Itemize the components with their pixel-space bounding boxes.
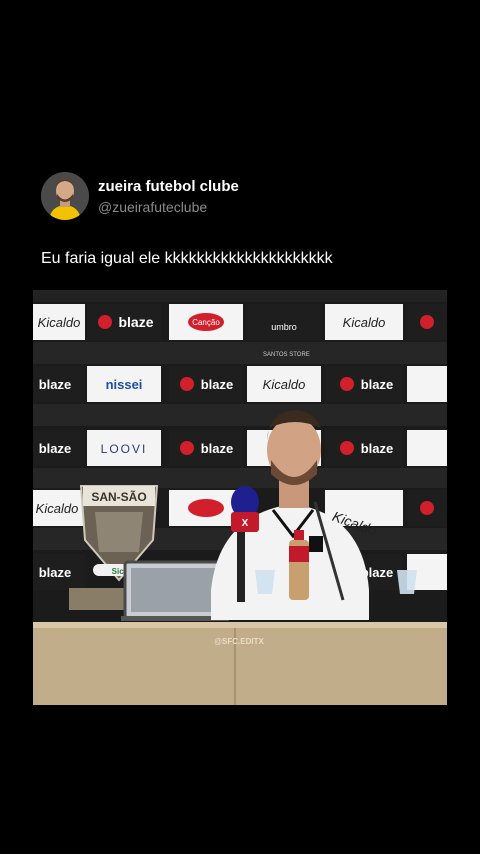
svg-text:blaze: blaze bbox=[39, 441, 72, 456]
press-conference-image: Kicaldo blaze Canção umbro Kicaldo SANTO… bbox=[33, 290, 447, 705]
user-handle[interactable]: @zueirafuteclube bbox=[98, 199, 207, 215]
sponsor-logo: LOOVI bbox=[101, 442, 148, 456]
post-text: Eu faria igual ele kkkkkkkkkkkkkkkkkkkkk bbox=[41, 250, 333, 267]
svg-text:blaze: blaze bbox=[39, 377, 72, 392]
avatar[interactable] bbox=[41, 172, 89, 220]
video-frame[interactable]: Kicaldo blaze Canção umbro Kicaldo SANTO… bbox=[33, 290, 447, 705]
trophy-title: SAN-SÃO bbox=[91, 489, 146, 504]
svg-text:blaze: blaze bbox=[201, 441, 234, 456]
avatar-image bbox=[41, 172, 89, 220]
sponsor-logo: umbro bbox=[271, 322, 297, 332]
svg-text:blaze: blaze bbox=[201, 377, 234, 392]
table bbox=[33, 622, 447, 705]
watermark: @SFC.EDITX bbox=[214, 637, 264, 646]
sponsor-logo: blaze bbox=[118, 314, 153, 330]
svg-text:blaze: blaze bbox=[361, 377, 394, 392]
svg-text:blaze: blaze bbox=[361, 441, 394, 456]
svg-text:blaze: blaze bbox=[39, 565, 72, 580]
sponsor-logo: nissei bbox=[106, 377, 143, 392]
mic-badge: X bbox=[242, 518, 249, 529]
svg-text:Kicaldo: Kicaldo bbox=[343, 315, 386, 330]
store-label: SANTOS STORE bbox=[263, 352, 310, 358]
svg-text:Kicaldo: Kicaldo bbox=[263, 377, 306, 392]
svg-text:Kicaldo: Kicaldo bbox=[36, 501, 79, 516]
display-name[interactable]: zueira futebol clube bbox=[98, 178, 239, 195]
sponsor-logo: Canção bbox=[192, 318, 220, 327]
sponsor-logo: Kicaldo bbox=[38, 315, 81, 330]
